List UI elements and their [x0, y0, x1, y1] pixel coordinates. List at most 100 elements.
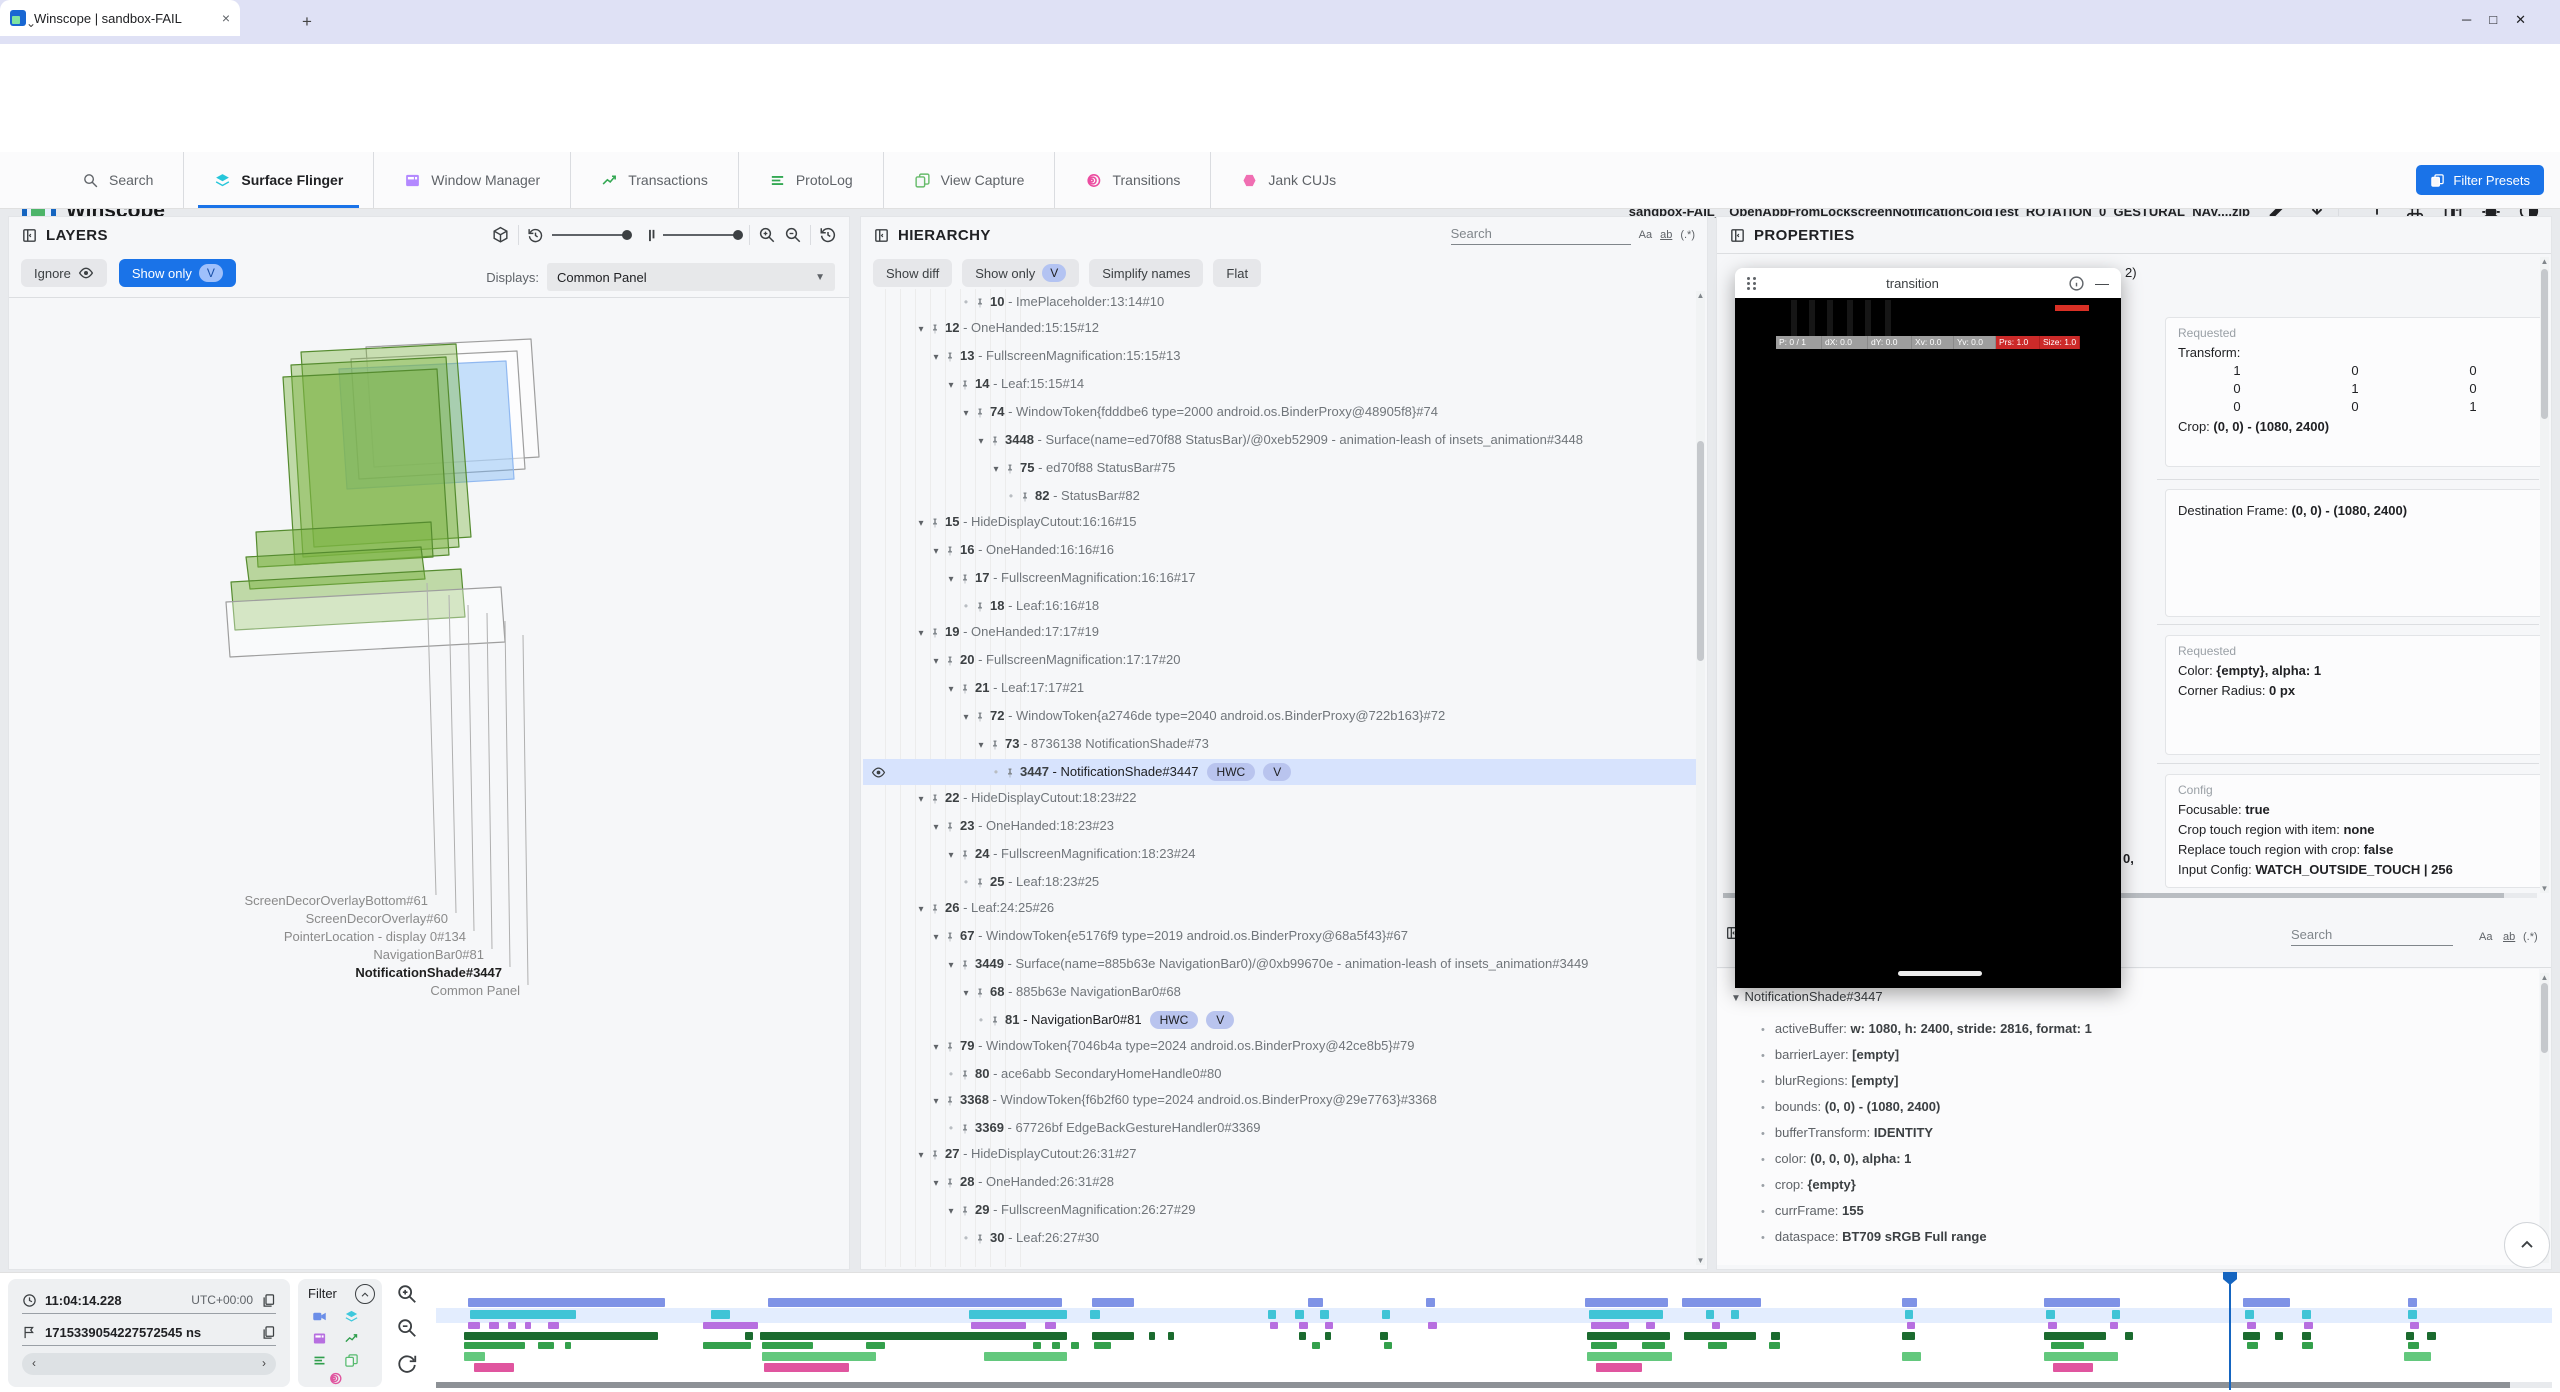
- tree-node-68[interactable]: ▾68 - 885b63e NavigationBar0#68: [863, 979, 1697, 1007]
- timeline-segment-screen-recording[interactable]: [1682, 1298, 1760, 1307]
- timeline-segment-window-manager[interactable]: [508, 1322, 516, 1329]
- tab-surface-flinger[interactable]: Surface Flinger: [183, 152, 373, 208]
- layer-label[interactable]: NotificationShade#3447: [9, 965, 502, 980]
- timeline-segment-window-manager[interactable]: [548, 1322, 559, 1329]
- tree-node-80[interactable]: •80 - ace6abb SecondaryHomeHandle0#80: [863, 1061, 1697, 1087]
- properties-search-input[interactable]: Search: [2291, 927, 2453, 946]
- tree-node-10[interactable]: •10 - ImePlaceholder:13:14#10: [863, 289, 1697, 315]
- chevron-down-icon[interactable]: ▾: [943, 571, 959, 589]
- pin-icon[interactable]: [974, 297, 986, 309]
- pin-icon[interactable]: [959, 959, 971, 971]
- simplify-names-chip[interactable]: Simplify names: [1089, 259, 1203, 287]
- timeline-segment-window-manager[interactable]: [1591, 1322, 1629, 1329]
- timeline-segment-window-manager[interactable]: [2410, 1322, 2418, 1329]
- pin-icon[interactable]: [959, 683, 971, 695]
- timeline-segment-transactions[interactable]: [760, 1332, 1067, 1340]
- collapse-panel-icon[interactable]: [873, 227, 890, 244]
- pin-icon[interactable]: [989, 435, 1001, 447]
- tab-search[interactable]: Search: [52, 152, 183, 208]
- tree-node-72[interactable]: ▾72 - WindowToken{a2746de type=2040 andr…: [863, 703, 1697, 731]
- filter-presets-button[interactable]: Filter Presets: [2416, 165, 2544, 195]
- layer-label[interactable]: ScreenDecorOverlayBottom#61: [9, 893, 428, 908]
- window-controls[interactable]: ─□✕: [2462, 12, 2544, 28]
- pin-icon[interactable]: [944, 655, 956, 667]
- protolog-trace-icon[interactable]: [312, 1353, 327, 1368]
- chevron-down-icon[interactable]: ▾: [928, 543, 944, 561]
- chevron-down-icon[interactable]: ▾: [928, 1175, 944, 1193]
- timeline-segment-view-capture[interactable]: [464, 1352, 485, 1361]
- timeline-segment-window-manager[interactable]: [1646, 1322, 1654, 1329]
- timeline-segment-transactions[interactable]: [464, 1332, 659, 1340]
- timeline-segment-protolog[interactable]: [1384, 1342, 1392, 1349]
- timeline-reset-zoom-icon[interactable]: [396, 1353, 418, 1375]
- timeline-segment-transactions[interactable]: [1771, 1332, 1779, 1340]
- pin-icon[interactable]: [944, 931, 956, 943]
- pin-icon[interactable]: [929, 517, 941, 529]
- detail-root-node[interactable]: ▼ NotificationShade#3447: [1731, 989, 1883, 1004]
- chevron-down-icon[interactable]: ▾: [928, 819, 944, 837]
- tree-node-3448[interactable]: ▾3448 - Surface(name=ed70f88 StatusBar)/…: [863, 427, 1697, 455]
- pin-icon[interactable]: [959, 1069, 971, 1081]
- pin-icon[interactable]: [929, 1149, 941, 1161]
- chevron-down-icon[interactable]: ▾: [913, 1147, 929, 1165]
- timeline-segment-window-manager[interactable]: [1712, 1322, 1720, 1329]
- tree-node-23[interactable]: ▾23 - OneHanded:18:23#23: [863, 813, 1697, 841]
- timeline-segment-protolog[interactable]: [1094, 1342, 1111, 1349]
- timeline-segment-window-manager[interactable]: [1428, 1322, 1436, 1329]
- tab-transactions[interactable]: Transactions: [570, 152, 738, 208]
- tree-node-28[interactable]: ▾28 - OneHanded:26:31#28: [863, 1169, 1697, 1197]
- chevron-down-icon[interactable]: ▾: [913, 791, 929, 809]
- pin-icon[interactable]: [989, 739, 1001, 751]
- chevron-down-icon[interactable]: ▾: [928, 1093, 944, 1111]
- tree-node-3449[interactable]: ▾3449 - Surface(name=885b63e NavigationB…: [863, 951, 1697, 979]
- chevron-down-icon[interactable]: ▾: [958, 709, 974, 727]
- timeline-segment-transactions[interactable]: [1684, 1332, 1756, 1340]
- timeline-segment-transitions[interactable]: [1596, 1363, 1643, 1372]
- timeline-segment-surface-flinger[interactable]: [2245, 1310, 2253, 1319]
- view-capture-trace-icon[interactable]: [344, 1353, 359, 1368]
- tree-node-3368[interactable]: ▾3368 - WindowToken{f6b2f60 type=2024 an…: [863, 1087, 1697, 1115]
- timeline-segment-surface-flinger[interactable]: [2046, 1310, 2054, 1319]
- chevron-down-icon[interactable]: ▾: [943, 847, 959, 865]
- pin-icon[interactable]: [1004, 463, 1016, 475]
- layers-3d-view[interactable]: [9, 299, 849, 1269]
- timeline-segment-transactions[interactable]: [1168, 1332, 1174, 1340]
- timeline-segment-protolog[interactable]: [1033, 1342, 1041, 1349]
- layer-label[interactable]: NavigationBar0#81: [9, 947, 484, 962]
- tree-node-19[interactable]: ▾19 - OneHanded:17:17#19: [863, 619, 1697, 647]
- timeline-segment-screen-recording[interactable]: [1585, 1298, 1668, 1307]
- property-item[interactable]: •blurRegions: [empty]: [1761, 1073, 1898, 1088]
- pin-icon[interactable]: [974, 987, 986, 999]
- spacing-slider[interactable]: [663, 234, 741, 236]
- timeline-zoom-out-icon[interactable]: [396, 1317, 418, 1339]
- timeline-segment-surface-flinger[interactable]: [470, 1310, 576, 1319]
- chevron-down-icon[interactable]: ▾: [973, 433, 989, 451]
- minimize-icon[interactable]: —: [2095, 275, 2109, 291]
- scroll-right-icon[interactable]: ›: [262, 1356, 266, 1370]
- pin-icon[interactable]: [974, 877, 986, 889]
- timeline-segment-window-manager[interactable]: [1325, 1322, 1333, 1329]
- timeline-segment-transactions[interactable]: [2044, 1332, 2105, 1340]
- timeline-segment-protolog[interactable]: [703, 1342, 752, 1349]
- timeline-segment-window-manager[interactable]: [1299, 1322, 1307, 1329]
- layer-label[interactable]: ScreenDecorOverlay#60: [9, 911, 448, 926]
- timeline-segment-protolog[interactable]: [2302, 1342, 2313, 1349]
- tree-node-16[interactable]: ▾16 - OneHanded:16:16#16: [863, 537, 1697, 565]
- pin-icon[interactable]: [974, 1233, 986, 1245]
- match-case-toggle[interactable]: Aa: [2479, 931, 2492, 943]
- screen-recording-trace-icon[interactable]: [312, 1309, 327, 1324]
- chevron-down-icon[interactable]: ▾: [943, 377, 959, 395]
- transition-preview-window[interactable]: transition — P: 0 / 1dX: 0.0dY: 0.0Xv: 0…: [1735, 268, 2121, 988]
- hierarchy-scrollbar[interactable]: ▲ ▼: [1696, 291, 1705, 1265]
- chevron-down-icon[interactable]: ▾: [988, 461, 1004, 479]
- timeline-segment-protolog[interactable]: [1312, 1342, 1320, 1349]
- tab-transitions[interactable]: Transitions: [1054, 152, 1210, 208]
- timeline-segment-protolog[interactable]: [2051, 1342, 2085, 1349]
- rotation-slider[interactable]: [552, 234, 630, 236]
- new-tab-button[interactable]: +: [302, 12, 312, 32]
- timeline-segment-window-manager[interactable]: [1907, 1322, 1915, 1329]
- timeline-segment-protolog[interactable]: [2247, 1342, 2258, 1349]
- tree-node-79[interactable]: ▾79 - WindowToken{7046b4a type=2024 andr…: [863, 1033, 1697, 1061]
- pin-icon[interactable]: [974, 407, 986, 419]
- tree-node-14[interactable]: ▾14 - Leaf:15:15#14: [863, 371, 1697, 399]
